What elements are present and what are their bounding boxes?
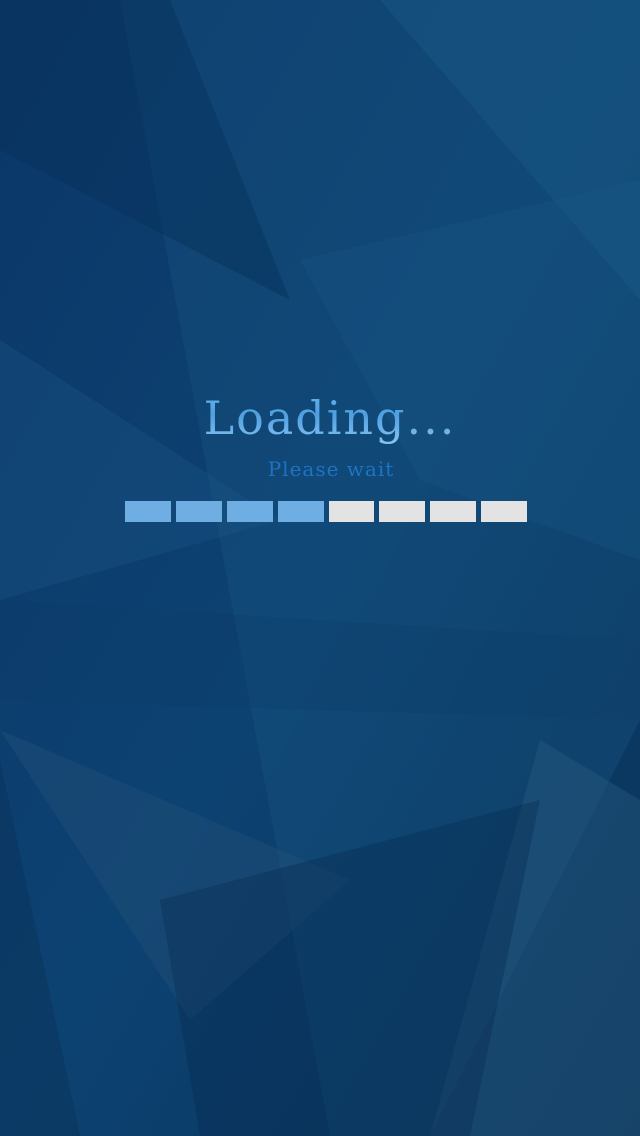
progress-bar xyxy=(125,501,527,522)
progress-segment-filled xyxy=(277,501,324,522)
progress-segment-empty xyxy=(481,501,527,522)
progress-segment-empty xyxy=(379,501,426,522)
progress-segment-filled xyxy=(125,501,171,522)
progress-segment-filled xyxy=(226,501,273,522)
background-pattern xyxy=(0,0,640,1136)
please-wait-text: Please wait xyxy=(267,457,395,481)
progress-segment-filled xyxy=(175,501,222,522)
progress-segment-empty xyxy=(430,501,477,522)
loading-title: Loading... xyxy=(0,388,640,448)
progress-segment-empty xyxy=(328,501,375,522)
